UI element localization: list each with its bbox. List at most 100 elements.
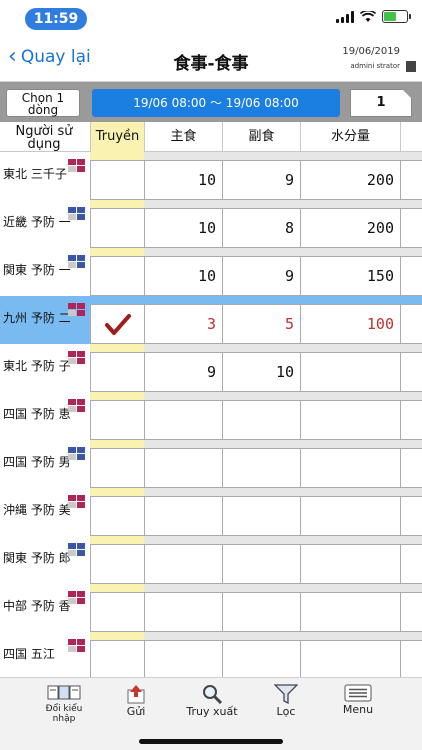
- side-dish-cell[interactable]: 10: [222, 352, 300, 392]
- date-range-button[interactable]: 19/06 08:00 〜 19/06 08:00: [92, 89, 340, 117]
- table-row[interactable]: 東北 予防 子 9 10: [0, 344, 422, 392]
- table-row[interactable]: 四国 予防 恵: [0, 392, 422, 440]
- transmit-cell[interactable]: [90, 304, 144, 344]
- page-number-button[interactable]: 1: [350, 89, 412, 117]
- user-cell[interactable]: 四国 五江: [0, 632, 90, 677]
- staple-food-cell[interactable]: [144, 592, 222, 632]
- transmit-cell[interactable]: [90, 592, 144, 632]
- side-dish-cell[interactable]: [222, 544, 300, 584]
- tab-retrieve-label: Truy xuất: [186, 705, 238, 718]
- table-row[interactable]: 関東 予防 一 10 9 150: [0, 248, 422, 296]
- extra-cell[interactable]: [400, 304, 422, 344]
- user-cell[interactable]: 四国 予防 男: [0, 440, 90, 488]
- transmit-cell[interactable]: [90, 400, 144, 440]
- staple-food-cell[interactable]: [144, 544, 222, 584]
- side-dish-cell[interactable]: 5: [222, 304, 300, 344]
- transmit-cell[interactable]: [90, 448, 144, 488]
- water-amount-cell[interactable]: 150: [300, 256, 400, 296]
- tab-retrieve[interactable]: Truy xuất: [184, 684, 240, 724]
- staple-food-cell[interactable]: [144, 496, 222, 536]
- extra-cell[interactable]: [400, 544, 422, 584]
- row-strip: [90, 392, 144, 400]
- side-dish-cell[interactable]: [222, 400, 300, 440]
- user-cell[interactable]: 関東 予防 郎: [0, 536, 90, 584]
- staple-food-cell[interactable]: [144, 448, 222, 488]
- row-strip: [144, 248, 422, 256]
- status-mark-icon: [68, 591, 86, 605]
- extra-cell[interactable]: [400, 160, 422, 200]
- row-strip: [144, 152, 422, 160]
- tab-input-mode[interactable]: Đổi kiểu nhập: [40, 684, 88, 724]
- side-dish-cell[interactable]: [222, 640, 300, 677]
- user-cell[interactable]: 近畿 予防 一: [0, 200, 90, 248]
- table-row[interactable]: 四国 五江: [0, 632, 422, 677]
- row-strip: [144, 632, 422, 640]
- user-cell[interactable]: 東北 予防 子: [0, 344, 90, 392]
- extra-cell[interactable]: [400, 352, 422, 392]
- transmit-cell[interactable]: [90, 544, 144, 584]
- table-row[interactable]: 近畿 予防 一 10 8 200: [0, 200, 422, 248]
- water-amount-cell[interactable]: [300, 592, 400, 632]
- water-amount-cell[interactable]: [300, 448, 400, 488]
- tab-menu[interactable]: Menu: [336, 684, 380, 724]
- row-cells: 10 9 200: [90, 160, 422, 200]
- water-amount-cell[interactable]: 200: [300, 208, 400, 248]
- table-row[interactable]: 沖縄 予防 美: [0, 488, 422, 536]
- filter-icon: [274, 684, 298, 704]
- extra-cell[interactable]: [400, 256, 422, 296]
- transmit-cell[interactable]: [90, 160, 144, 200]
- transmit-cell[interactable]: [90, 256, 144, 296]
- staple-food-cell[interactable]: 9: [144, 352, 222, 392]
- user-cell[interactable]: 東北 三千子: [0, 152, 90, 200]
- select-row-button[interactable]: Chọn 1 dòng: [6, 89, 80, 117]
- user-cell[interactable]: 四国 予防 恵: [0, 392, 90, 440]
- water-amount-cell[interactable]: 100: [300, 304, 400, 344]
- staple-food-cell[interactable]: 10: [144, 160, 222, 200]
- extra-cell[interactable]: [400, 640, 422, 677]
- back-button[interactable]: ‹ Quay lại: [8, 46, 91, 68]
- staple-food-cell[interactable]: 10: [144, 208, 222, 248]
- user-cell[interactable]: 沖縄 予防 美: [0, 488, 90, 536]
- user-name-label: 関東 予防 一: [3, 263, 71, 277]
- side-dish-cell[interactable]: [222, 496, 300, 536]
- row-cells: [90, 400, 422, 440]
- extra-cell[interactable]: [400, 592, 422, 632]
- transmit-cell[interactable]: [90, 208, 144, 248]
- transmit-cell[interactable]: [90, 640, 144, 677]
- table-row[interactable]: 中部 予防 香: [0, 584, 422, 632]
- table-row[interactable]: 九州 予防 二 3 5 100: [0, 296, 422, 344]
- staple-food-cell[interactable]: 3: [144, 304, 222, 344]
- status-mark-icon: [68, 255, 86, 269]
- side-dish-cell[interactable]: [222, 448, 300, 488]
- extra-cell[interactable]: [400, 496, 422, 536]
- table-row[interactable]: 東北 三千子 10 9 200: [0, 152, 422, 200]
- user-name-label: 沖縄 予防 美: [3, 503, 71, 517]
- user-cell[interactable]: 九州 予防 二: [0, 296, 90, 344]
- staple-food-cell[interactable]: [144, 640, 222, 677]
- extra-cell[interactable]: [400, 208, 422, 248]
- water-amount-cell[interactable]: [300, 544, 400, 584]
- tab-filter[interactable]: Lọc: [266, 684, 306, 724]
- current-date: 19/06/2019: [342, 46, 400, 57]
- transmit-cell[interactable]: [90, 496, 144, 536]
- extra-cell[interactable]: [400, 448, 422, 488]
- extra-cell[interactable]: [400, 400, 422, 440]
- water-amount-cell[interactable]: [300, 640, 400, 677]
- user-cell[interactable]: 関東 予防 一: [0, 248, 90, 296]
- side-dish-cell[interactable]: 9: [222, 160, 300, 200]
- staple-food-cell[interactable]: [144, 400, 222, 440]
- side-dish-cell[interactable]: 8: [222, 208, 300, 248]
- water-amount-cell[interactable]: 200: [300, 160, 400, 200]
- water-amount-cell[interactable]: [300, 496, 400, 536]
- side-dish-cell[interactable]: [222, 592, 300, 632]
- water-amount-cell[interactable]: [300, 352, 400, 392]
- side-dish-cell[interactable]: 9: [222, 256, 300, 296]
- transmit-cell[interactable]: [90, 352, 144, 392]
- table-row[interactable]: 四国 予防 男: [0, 440, 422, 488]
- table-row[interactable]: 関東 予防 郎: [0, 536, 422, 584]
- water-amount-cell[interactable]: [300, 400, 400, 440]
- tab-send[interactable]: Gửi: [116, 684, 156, 724]
- back-label: Quay lại: [20, 47, 91, 67]
- user-cell[interactable]: 中部 予防 香: [0, 584, 90, 632]
- staple-food-cell[interactable]: 10: [144, 256, 222, 296]
